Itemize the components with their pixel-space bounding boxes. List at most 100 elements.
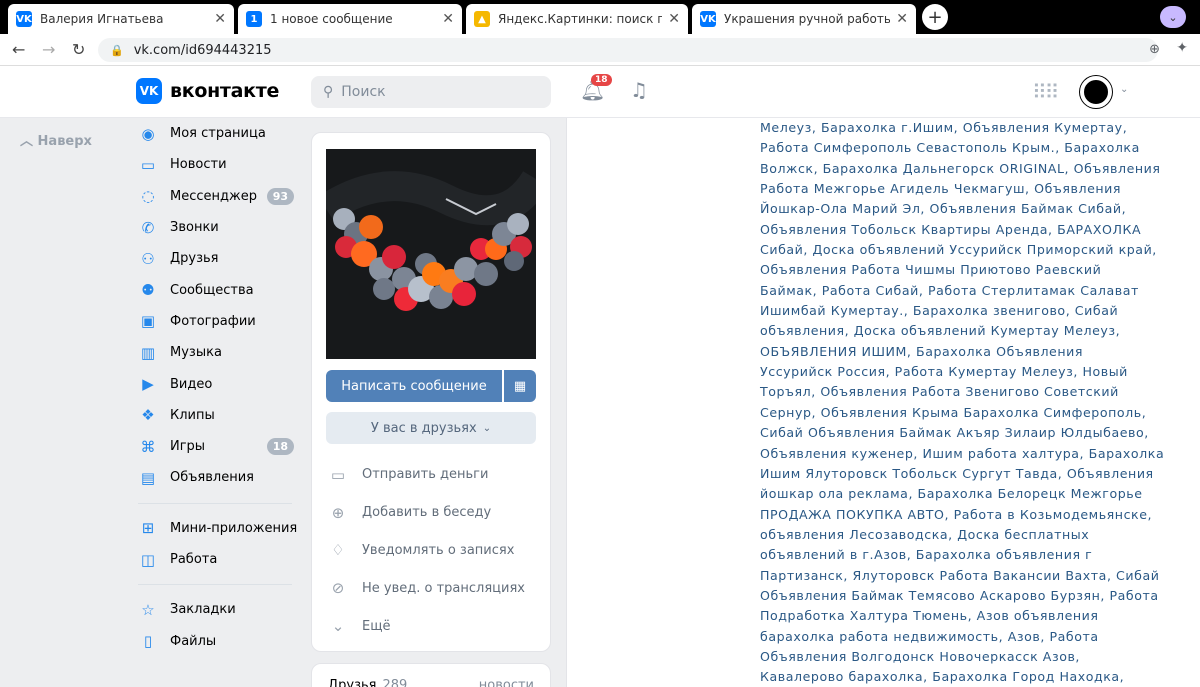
sidebar-item-messenger[interactable]: ◌ Мессенджер 93 xyxy=(138,181,298,212)
friends-news-link[interactable]: новости xyxy=(479,678,534,687)
sidebar-item-games[interactable]: ⌘ Игры 18 xyxy=(138,431,298,462)
sidebar-item-bookmarks[interactable]: ☆ Закладки xyxy=(138,594,298,625)
browser-tab-jewelry[interactable]: VK Украшения ручной работы от m ✕ xyxy=(692,4,916,34)
write-message-button[interactable]: Написать сообщение xyxy=(326,370,502,402)
sidebar-item-label: Работа xyxy=(170,552,218,567)
profile-photo[interactable] xyxy=(326,149,536,359)
apps-icon: ⊞ xyxy=(141,519,155,538)
sidebar-item-label: Музыка xyxy=(170,345,222,361)
sidebar-item-label: Файлы xyxy=(170,633,217,649)
search-input[interactable]: ⚲ Поиск xyxy=(311,76,551,108)
gift-button[interactable]: ▦ xyxy=(504,370,536,402)
video-icon: ▶ xyxy=(142,375,154,394)
post-text-line: барахолка работа недвижимость, Азов, Раб… xyxy=(760,628,1099,644)
friends-title[interactable]: Друзья 289 xyxy=(328,678,407,687)
tab-title: 1 новое сообщение xyxy=(270,12,393,26)
friends-count: 289 xyxy=(382,678,408,687)
browser-tab-bar: VK Валерия Игнатьева ✕ 1 1 новое сообщен… xyxy=(0,0,1200,34)
sidebar-item-communities[interactable]: ⚉ Сообщества xyxy=(138,274,298,305)
post-text-line: Ишим Ялуторовск Тобольск Сургут Тавда, О… xyxy=(760,465,1154,481)
sidebar-item-friends[interactable]: ⚇ Друзья xyxy=(138,243,298,274)
friend-status-label: У вас в друзьях xyxy=(370,420,477,436)
sidebar-item-music[interactable]: ▥ Музыка xyxy=(138,337,298,368)
post-text-line: Волжск, Барахолка Дальнегорск ORIGINAL, … xyxy=(760,160,1161,176)
money-icon: ▭ xyxy=(330,465,346,484)
scroll-up-button[interactable]: ︿ Наверх xyxy=(20,130,92,149)
image-favicon-icon: ▲ xyxy=(474,11,490,27)
bell-icon: ♢ xyxy=(331,541,345,560)
friend-status-button[interactable]: У вас в друзьях ⌄ xyxy=(326,412,536,444)
post-text-line: Торъял, Объявления Работа Звенигово Сове… xyxy=(760,384,1119,400)
sidebar-item-mini-apps[interactable]: ⊞ Мини-приложения xyxy=(138,513,298,544)
sidebar-item-news[interactable]: ▭ Новости xyxy=(138,149,298,180)
notifications-button[interactable]: 🔔︎ 18 xyxy=(580,74,612,102)
post-text-line: Ишимбай Кумертау., Барахолка звенигово, … xyxy=(760,303,1119,319)
sidebar-item-label: Новости xyxy=(170,157,227,173)
vk-logo-text: вконтакте xyxy=(170,80,280,102)
no-stream-notify-action[interactable]: ⊘ Не увед. о трансляциях xyxy=(326,569,536,607)
sidebar-divider xyxy=(138,584,292,586)
user-avatar[interactable] xyxy=(1080,76,1112,108)
post-text-line: Объявления Работа Чишмы Приютово Раевски… xyxy=(760,262,1102,278)
url-text: vk.com/id694443215 xyxy=(133,42,272,58)
vk-logo[interactable]: VK вконтакте xyxy=(136,78,279,104)
post-text-line: Сибай Объявления Баймак Акъяр Зилаир Юлд… xyxy=(760,425,1149,441)
close-icon[interactable]: ✕ xyxy=(668,11,680,27)
extension-icon[interactable]: ✦ xyxy=(1176,40,1188,56)
sidebar-item-label: Фотографии xyxy=(170,313,256,329)
post-text-line: Объявления Тобольск Квартиры Аренда, БАР… xyxy=(760,221,1142,237)
sidebar-item-label: Клипы xyxy=(170,407,215,423)
close-icon[interactable]: ✕ xyxy=(442,11,454,27)
sidebar-item-calls[interactable]: ✆ Звонки xyxy=(138,212,298,243)
address-bar-row: ← → ↻ 🔒 vk.com/id694443215 ⊕ ✦ xyxy=(0,34,1200,66)
sidebar-item-files[interactable]: ▯ Файлы xyxy=(138,625,298,656)
sidebar-item-label: Сообщества xyxy=(170,282,254,298)
browser-tab-messages[interactable]: 1 1 новое сообщение ✕ xyxy=(238,4,462,34)
post-text-line: ОБЪЯВЛЕНИЯ ИШИМ, Барахолка Объявления xyxy=(760,343,1083,359)
close-icon[interactable]: ✕ xyxy=(214,11,226,27)
back-arrow-icon[interactable]: ← xyxy=(12,40,25,59)
post-text-line: Объявления Волгодонск Новочеркасск Азов, xyxy=(760,648,1080,664)
search-icon: ⚲ xyxy=(323,84,334,100)
chevron-down-icon[interactable]: ⌄ xyxy=(1120,84,1128,95)
url-field[interactable]: 🔒 vk.com/id694443215 xyxy=(98,38,1158,62)
add-chat-icon: ⊕ xyxy=(331,503,345,522)
sidebar-item-label: Звонки xyxy=(170,220,219,236)
clips-icon: ❖ xyxy=(141,406,155,425)
communities-icon: ⚉ xyxy=(141,281,155,300)
phone-icon: ✆ xyxy=(141,218,155,237)
sidebar-item-label: Друзья xyxy=(170,251,219,267)
tab-title: Украшения ручной работы от m xyxy=(724,12,891,26)
sidebar-item-photos[interactable]: ▣ Фотографии xyxy=(138,306,298,337)
vk-favicon-icon: VK xyxy=(16,11,32,27)
close-icon[interactable]: ✕ xyxy=(896,11,908,27)
sidebar-item-my-page[interactable]: ◉ Моя страница xyxy=(138,118,298,149)
music-player-button[interactable]: ♫ xyxy=(630,78,648,102)
sidebar-item-clips[interactable]: ❖ Клипы xyxy=(138,400,298,431)
browser-tab-profile[interactable]: VK Валерия Игнатьева ✕ xyxy=(8,4,234,34)
sidebar-item-video[interactable]: ▶ Видео xyxy=(138,368,298,399)
sidebar-item-classifieds[interactable]: ▤ Объявления xyxy=(138,462,298,493)
sidebar-item-work[interactable]: ◫ Работа xyxy=(138,544,298,575)
new-tab-button[interactable]: + xyxy=(922,4,948,30)
notify-posts-action[interactable]: ♢ Уведомлять о записях xyxy=(326,532,536,570)
reload-icon[interactable]: ↻ xyxy=(72,40,85,59)
games-icon: ⌘ xyxy=(140,437,156,456)
browser-tab-yandex[interactable]: ▲ Яндекс.Картинки: поиск по изоб ✕ xyxy=(466,4,688,34)
more-action[interactable]: ⌄ Ещё xyxy=(326,607,536,645)
apps-grid-icon[interactable]: ⠿⠿ xyxy=(1032,80,1059,104)
zoom-icon[interactable]: ⊕ xyxy=(1149,42,1160,57)
sidebar-item-label: Моя страница xyxy=(170,126,266,142)
lock-icon: 🔒 xyxy=(110,43,124,57)
sidebar-item-label: Видео xyxy=(170,376,213,392)
browser-profile-icon[interactable]: ⌄ xyxy=(1160,6,1186,28)
chevron-up-icon: ︿ xyxy=(20,134,34,149)
forward-arrow-icon[interactable]: → xyxy=(42,40,55,59)
sidebar-item-label: Мессенджер xyxy=(170,188,257,204)
post-text-line: Работа Межгорье Агидель Чекмагуш, Объявл… xyxy=(760,181,1122,197)
send-money-action[interactable]: ▭ Отправить деньги xyxy=(326,456,536,494)
search-placeholder: Поиск xyxy=(341,84,386,100)
add-to-chat-action[interactable]: ⊕ Добавить в беседу xyxy=(326,494,536,532)
profile-actions-list: ▭ Отправить деньги ⊕ Добавить в беседу ♢ Ув… xyxy=(326,456,536,645)
action-label: Добавить в беседу xyxy=(362,505,492,521)
